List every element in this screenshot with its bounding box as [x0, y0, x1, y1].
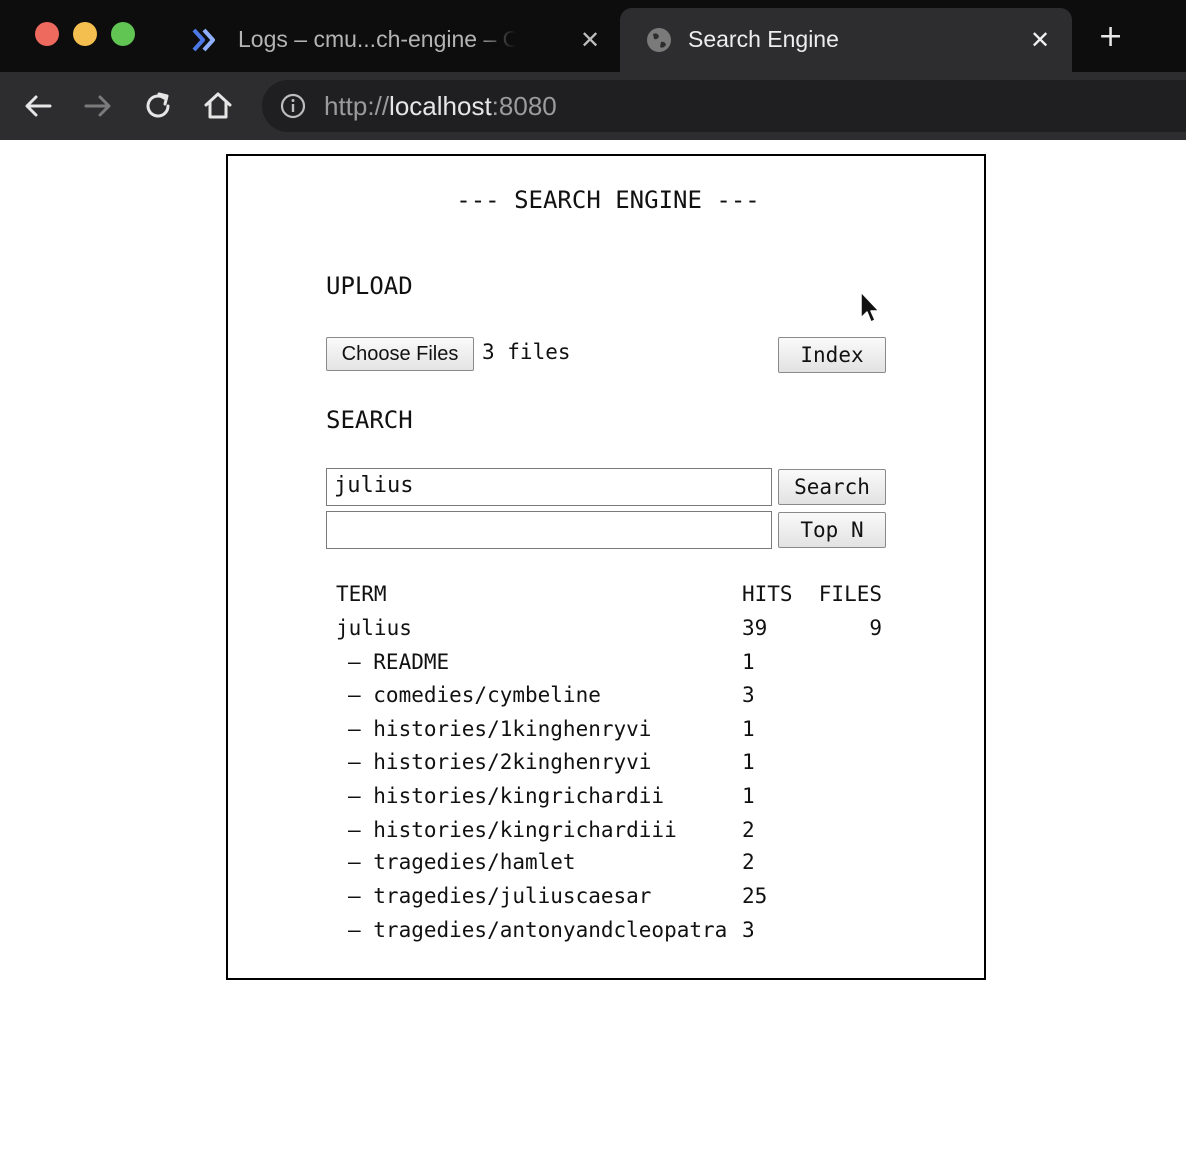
hits-column-header: HITS — [742, 582, 793, 606]
table-row: – histories/1kinghenryvi 1 — [228, 717, 988, 747]
table-row: – histories/kingrichardiii 2 — [228, 818, 988, 848]
upload-heading: UPLOAD — [326, 272, 413, 300]
page-title: --- SEARCH ENGINE --- — [456, 186, 760, 214]
window-close-button[interactable] — [35, 22, 59, 46]
file-hits: 2 — [742, 850, 755, 874]
tab-search-engine[interactable]: Search Engine ✕ — [620, 8, 1072, 72]
cloud-logging-icon — [192, 28, 215, 52]
index-button[interactable]: Index — [778, 337, 886, 373]
window-zoom-button[interactable] — [111, 22, 135, 46]
result-term: julius — [336, 616, 412, 640]
forward-arrow-icon[interactable] — [80, 88, 116, 124]
window-minimize-button[interactable] — [73, 22, 97, 46]
mouse-pointer-icon — [860, 291, 880, 323]
globe-icon — [647, 28, 671, 52]
table-row: – README 1 — [228, 650, 988, 680]
file-path: – tragedies/antonyandcleopatra — [348, 918, 728, 942]
file-path: – histories/1kinghenryvi — [348, 717, 652, 741]
search-heading: SEARCH — [326, 406, 413, 434]
result-files: 9 — [869, 616, 882, 640]
table-row: – comedies/cymbeline 3 — [228, 683, 988, 713]
term-column-header: TERM — [336, 582, 387, 606]
tab-logs-close-icon[interactable]: ✕ — [580, 28, 600, 52]
site-info-icon[interactable] — [280, 93, 306, 119]
reload-icon[interactable] — [140, 88, 176, 124]
search-engine-panel: --- SEARCH ENGINE --- UPLOAD Choose File… — [226, 154, 986, 980]
top-n-button[interactable]: Top N — [778, 512, 886, 548]
back-arrow-icon[interactable] — [20, 88, 56, 124]
result-hits: 39 — [742, 616, 768, 640]
address-bar[interactable]: http://localhost:8080 — [262, 80, 1186, 132]
new-tab-icon[interactable]: + — [1098, 22, 1123, 52]
files-column-header: FILES — [818, 582, 882, 606]
file-hits: 1 — [742, 650, 755, 674]
file-path: – comedies/cymbeline — [348, 683, 601, 707]
file-hits: 1 — [742, 750, 755, 774]
choose-files-button[interactable]: Choose Files — [326, 337, 474, 371]
browser-tab-strip: Logs – cmu...ch-engine – Cloud ✕ Search … — [0, 0, 1186, 72]
home-icon[interactable] — [200, 88, 236, 124]
table-row: – histories/2kinghenryvi 1 — [228, 750, 988, 780]
tab-search-engine-title: Search Engine — [688, 26, 839, 52]
results-header-row: TERM HITS FILES — [228, 582, 988, 612]
file-hits: 3 — [742, 918, 755, 942]
file-path: – histories/kingrichardiii — [348, 818, 677, 842]
file-path: – histories/2kinghenryvi — [348, 750, 652, 774]
results-summary-row: julius 39 9 — [228, 616, 988, 646]
table-row: – tragedies/antonyandcleopatra 3 — [228, 918, 988, 948]
file-hits: 25 — [742, 884, 768, 908]
search-query-input[interactable]: julius — [326, 468, 772, 506]
table-row: – tragedies/hamlet 2 — [228, 850, 988, 880]
tab-search-engine-close-icon[interactable]: ✕ — [1030, 28, 1050, 52]
file-hits: 3 — [742, 683, 755, 707]
file-hits: 2 — [742, 818, 755, 842]
tab-logs[interactable]: Logs – cmu...ch-engine – Cloud ✕ — [190, 8, 610, 72]
table-row: – histories/kingrichardii 1 — [228, 784, 988, 814]
file-path: – README — [348, 650, 450, 674]
table-row: – tragedies/juliuscaesar 25 — [228, 884, 988, 914]
browser-toolbar: http://localhost:8080 — [0, 72, 1186, 140]
file-path: – tragedies/hamlet — [348, 850, 576, 874]
search-button[interactable]: Search — [778, 469, 886, 505]
tab-logs-title: Logs – cmu...ch-engine – Cloud — [238, 26, 516, 52]
file-path: – histories/kingrichardii — [348, 784, 665, 808]
file-path: – tragedies/juliuscaesar — [348, 884, 652, 908]
file-hits: 1 — [742, 784, 755, 808]
top-n-input[interactable] — [326, 511, 772, 549]
file-hits: 1 — [742, 717, 755, 741]
selected-files-count: 3 files — [482, 340, 571, 364]
url-text: http://localhost:8080 — [324, 91, 557, 121]
